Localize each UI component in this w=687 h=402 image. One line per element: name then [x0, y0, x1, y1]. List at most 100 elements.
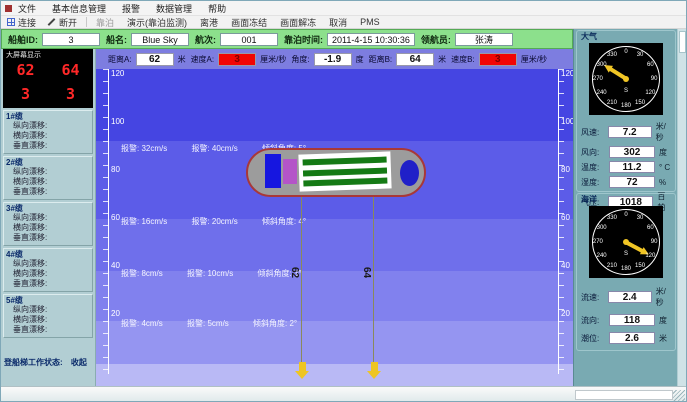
- info-label: 船名:: [106, 33, 127, 46]
- field-label: 流速:: [581, 292, 608, 303]
- measure-label: 距离A:: [108, 54, 132, 65]
- left-axis-labels: 12010080604020: [111, 69, 131, 386]
- ship-superstructure: [265, 154, 281, 188]
- measurement-bar: 距离A: 62 米 速度A: 3 厘米/秒 角度: -1.9 度 距离B: 64…: [96, 49, 573, 69]
- info-label: 靠泊时间:: [284, 33, 323, 46]
- panel-field: 风速: 7.2 米/秒: [581, 121, 673, 143]
- status-bar: [1, 386, 686, 402]
- cable-drift-lateral: 横向漂移:: [6, 223, 90, 233]
- connect-button[interactable]: 连接: [5, 16, 38, 29]
- menu-item[interactable]: 报警: [122, 2, 140, 15]
- cable-drift-lateral: 横向漂移:: [6, 315, 90, 325]
- cable-group: 2#缆 纵向漂移: 横向漂移: 垂直漂移:: [3, 156, 93, 200]
- distance-label-a: 62: [289, 267, 300, 278]
- distance-arrow-a: [295, 362, 309, 379]
- connect-icon: [7, 18, 15, 26]
- measure-unit: 度: [356, 54, 364, 65]
- cable-drift-longitudinal: 纵向漂移:: [6, 121, 90, 131]
- cable-drift-vertical: 垂直漂移:: [6, 141, 90, 151]
- toolbar-items: 靠泊演示(靠泊监测) 离港画面冻结画面解冻取消 PMS: [94, 16, 382, 29]
- cable-drift-vertical: 垂直漂移:: [6, 187, 90, 197]
- toolbar-button[interactable]: 画面冻结: [229, 16, 269, 29]
- field-value: 72: [609, 176, 655, 188]
- info-field: 船名: Blue Sky: [106, 33, 189, 46]
- info-field: 航次: 001: [195, 33, 278, 46]
- cable-drift-longitudinal: 纵向漂移:: [6, 259, 90, 269]
- measure-field: 速度A: 3 厘米/秒: [191, 53, 287, 66]
- toolbar-button[interactable]: 靠泊: [94, 16, 116, 29]
- menu-bar: 文件 基本信息管理 报警 数据管理 帮助: [1, 1, 686, 15]
- disconnect-label: 断开: [59, 16, 77, 29]
- ocean-group-title: 海洋: [581, 194, 597, 205]
- field-label: 潮位:: [581, 333, 609, 344]
- cable-group: 5#缆 纵向漂移: 横向漂移: 垂直漂移:: [3, 294, 93, 338]
- toolbar-button[interactable]: PMS: [358, 17, 382, 27]
- display-distance-a: 62: [16, 58, 34, 82]
- cable-drift-lateral: 横向漂移:: [6, 131, 90, 141]
- field-value: 2.6: [609, 332, 655, 344]
- display-speed-a: 3: [21, 82, 30, 106]
- toolbar-button[interactable]: 取消: [327, 16, 349, 29]
- menu-items: 文件 基本信息管理 报警 数据管理 帮助: [18, 2, 226, 15]
- gauge-hub: [623, 239, 629, 245]
- cable-name: 5#缆: [6, 296, 90, 305]
- cable-drift-vertical: 垂直漂移:: [6, 325, 90, 335]
- cable-group: 3#缆 纵向漂移: 横向漂移: 垂直漂移:: [3, 202, 93, 246]
- measure-field: 角度: -1.9 度: [291, 53, 363, 66]
- info-input[interactable]: 2011-4-15 10:30:36: [327, 33, 415, 46]
- cable-drift-lateral: 横向漂移:: [6, 177, 90, 187]
- toolbar-button[interactable]: 演示(靠泊监测): [125, 16, 189, 29]
- cable-name: 3#缆: [6, 204, 90, 213]
- cable-groups: 1#缆 纵向漂移: 横向漂移: 垂直漂移: 2#缆 纵向漂移: 横向漂移: 垂直…: [1, 110, 95, 338]
- field-unit: %: [659, 178, 666, 187]
- scrollbar[interactable]: [677, 29, 687, 386]
- measure-field: 速度B: 3 厘米/秒: [451, 53, 547, 66]
- info-label: 领航员:: [421, 33, 451, 46]
- cable-drift-lateral: 横向漂移:: [6, 269, 90, 279]
- left-axis-line: [108, 69, 109, 374]
- alarm-speed-b: 报警: 40cm/s: [191, 144, 237, 153]
- left-sidebar: 大屏幕显示 62 64 3 3 1#缆 纵向漂移: 横向漂移: 垂直漂移:: [1, 49, 96, 386]
- field-unit: 米/秒: [656, 286, 673, 308]
- weather-group: 大气 S 0306090120150180210240270300330 风速:…: [576, 30, 676, 192]
- panel-field: 温度: 11.2 ° C: [581, 161, 673, 173]
- info-input[interactable]: 3: [42, 33, 100, 46]
- distance-line-b: [373, 197, 374, 367]
- disconnect-button[interactable]: 断开: [45, 16, 79, 29]
- panel-field: 流向: 118 度: [581, 314, 673, 326]
- gangway-status: 登船梯工作状态: 收起: [4, 357, 87, 368]
- alarm-tilt-angle: 倾斜角度: 4°: [262, 217, 306, 226]
- toolbar-button[interactable]: 画面解冻: [278, 16, 318, 29]
- toolbar-button[interactable]: 离港: [198, 16, 220, 29]
- cable-name: 2#缆: [6, 158, 90, 167]
- info-input[interactable]: 张涛: [455, 33, 513, 46]
- ship-funnel: [283, 159, 297, 184]
- menu-item[interactable]: 文件: [18, 2, 36, 15]
- status-box: [575, 390, 673, 400]
- hatch-stripe: [303, 178, 387, 187]
- info-input[interactable]: Blue Sky: [131, 33, 189, 46]
- panel-field: 潮位: 2.6 米: [581, 332, 673, 344]
- menu-item[interactable]: 帮助: [208, 2, 226, 15]
- resize-grip[interactable]: [673, 390, 685, 402]
- environment-panel: 大气 S 0306090120150180210240270300330 风速:…: [573, 29, 677, 386]
- info-input[interactable]: 001: [220, 33, 278, 46]
- distance-label-b: 64: [361, 267, 372, 278]
- disconnect-icon: [48, 18, 56, 26]
- field-label: 风速:: [581, 127, 608, 138]
- menu-item[interactable]: 数据管理: [156, 2, 192, 15]
- gauge-hub: [623, 76, 629, 82]
- gangway-value: 收起: [71, 358, 87, 367]
- cable-drift-longitudinal: 纵向漂移:: [6, 213, 90, 223]
- measure-value: 62: [136, 53, 174, 66]
- cable-group: 4#缆 纵向漂移: 横向漂移: 垂直漂移:: [3, 248, 93, 292]
- app-window: 文件 基本信息管理 报警 数据管理 帮助 连接 断开 靠泊演示(靠泊监测) 离港画面冻结画…: [0, 0, 687, 402]
- menu-item[interactable]: 基本信息管理: [52, 2, 106, 15]
- berthing-chart: 12010080604020 12010080604020 报警: 32cm/s…: [96, 69, 573, 386]
- measure-unit: 厘米/秒: [260, 54, 286, 65]
- alarm-speed-a: 报警: 8cm/s: [121, 269, 163, 278]
- info-field: 靠泊时间: 2011-4-15 10:30:36: [284, 33, 415, 46]
- scrollbar-thumb[interactable]: [679, 31, 686, 53]
- measure-field: 距离B: 64 米: [369, 53, 447, 66]
- right-axis-labels: 12010080604020: [561, 69, 573, 386]
